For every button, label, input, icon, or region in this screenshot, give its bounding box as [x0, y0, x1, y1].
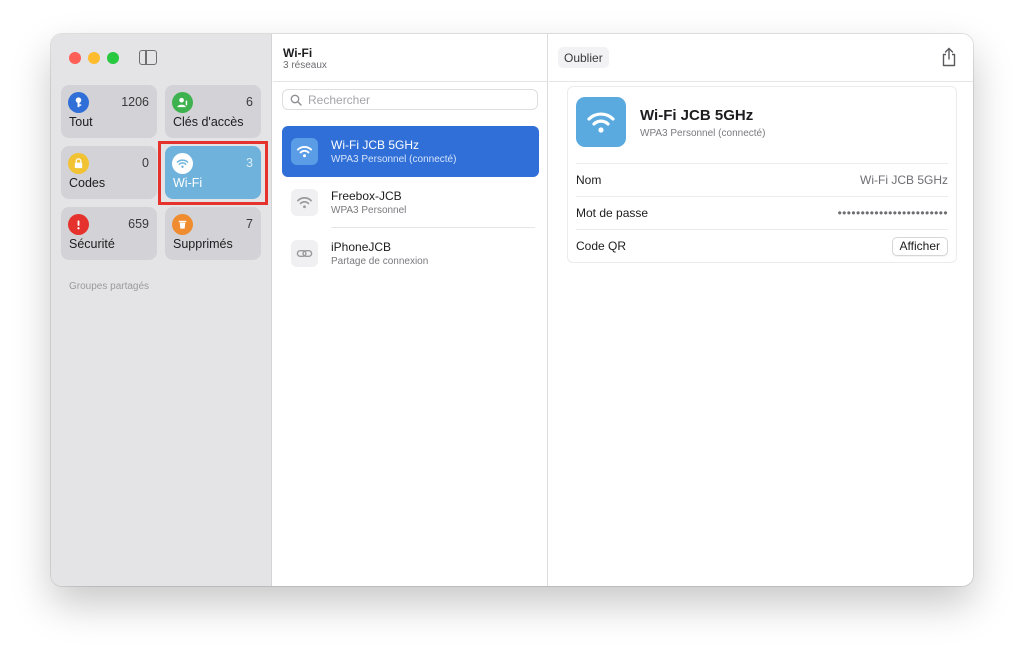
qr-code-row: Code QR Afficher	[576, 229, 948, 262]
category-tile-wifi[interactable]: 3 Wi-Fi	[165, 146, 261, 199]
tile-label: Codes	[69, 176, 106, 190]
sidebar-toggle-icon[interactable]	[139, 50, 157, 65]
forget-button[interactable]: Oublier	[558, 47, 609, 68]
divider	[273, 81, 547, 82]
category-tile-security[interactable]: 659 Sécurité	[61, 207, 157, 260]
tile-label: Sécurité	[69, 237, 115, 251]
network-name: Wi-Fi JCB 5GHz	[331, 138, 419, 152]
tile-label: Tout	[69, 115, 93, 129]
sidebar: 1206 Tout 6 Clés d'accès 0 Codes 3 Wi-Fi…	[51, 34, 272, 586]
minimize-window-button[interactable]	[88, 52, 100, 64]
network-item[interactable]: Freebox-JCB WPA3 Personnel	[282, 177, 539, 228]
show-qr-button[interactable]: Afficher	[891, 236, 948, 256]
close-window-button[interactable]	[69, 52, 81, 64]
wifi-icon	[291, 189, 318, 216]
name-label: Nom	[576, 173, 602, 187]
network-detail: Partage de connexion	[331, 256, 429, 267]
category-tile-codes[interactable]: 0 Codes	[61, 146, 157, 199]
divider	[549, 81, 973, 82]
list-title: Wi-Fi	[283, 46, 313, 60]
zoom-window-button[interactable]	[107, 52, 119, 64]
name-row: Nom Wi-Fi JCB 5GHz	[576, 163, 948, 196]
category-tile-deleted[interactable]: 7 Supprimés	[165, 207, 261, 260]
network-list-pane: Wi-Fi 3 réseaux Wi-Fi JCB 5GHz WPA3 Pers…	[273, 34, 548, 586]
network-title: Wi-Fi JCB 5GHz	[640, 107, 754, 124]
category-tiles: 1206 Tout 6 Clés d'accès 0 Codes 3 Wi-Fi…	[61, 85, 261, 260]
network-subtitle: WPA3 Personnel (connecté)	[640, 128, 766, 139]
exclamation-icon	[68, 214, 89, 235]
tile-count: 659	[128, 217, 149, 231]
password-value[interactable]: ••••••••••••••••••••••••	[838, 206, 948, 220]
share-icon	[942, 47, 956, 67]
network-detail: WPA3 Personnel (connecté)	[331, 154, 457, 165]
network-name: Freebox-JCB	[331, 189, 402, 203]
category-tile-all[interactable]: 1206 Tout	[61, 85, 157, 138]
network-detail-card: Wi-Fi JCB 5GHz WPA3 Personnel (connecté)…	[567, 86, 957, 263]
network-item[interactable]: Wi-Fi JCB 5GHz WPA3 Personnel (connecté)	[282, 126, 539, 177]
window-controls	[69, 52, 119, 64]
link-icon	[291, 240, 318, 267]
passwords-window: 1206 Tout 6 Clés d'accès 0 Codes 3 Wi-Fi…	[51, 34, 973, 586]
tile-count: 3	[246, 156, 253, 170]
qr-code-label: Code QR	[576, 239, 627, 253]
wifi-icon	[291, 138, 318, 165]
list-subtitle: 3 réseaux	[283, 60, 327, 71]
name-value[interactable]: Wi-Fi JCB 5GHz	[860, 173, 948, 187]
search-field[interactable]	[282, 89, 538, 110]
password-label: Mot de passe	[576, 206, 649, 220]
search-input[interactable]	[308, 92, 528, 107]
tile-label: Wi-Fi	[173, 176, 203, 190]
tile-count: 1206	[121, 95, 149, 109]
trash-icon	[172, 214, 193, 235]
tile-label: Clés d'accès	[173, 115, 244, 129]
wifi-icon	[172, 153, 193, 174]
tile-count: 6	[246, 95, 253, 109]
share-button[interactable]	[939, 47, 959, 67]
key-icon	[68, 92, 89, 113]
network-item[interactable]: iPhoneJCB Partage de connexion	[282, 228, 539, 279]
search-icon	[290, 94, 302, 106]
lock-clock-icon	[68, 153, 89, 174]
person-key-icon	[172, 92, 193, 113]
network-list: Wi-Fi JCB 5GHz WPA3 Personnel (connecté)…	[282, 126, 539, 279]
tile-count: 7	[246, 217, 253, 231]
detail-pane: Oublier Wi-Fi JCB 5GHz WPA3 Personnel (c…	[549, 34, 973, 586]
network-detail: WPA3 Personnel	[331, 205, 407, 216]
tile-count: 0	[142, 156, 149, 170]
wifi-icon	[576, 97, 626, 147]
tile-label: Supprimés	[173, 237, 233, 251]
category-tile-passkeys[interactable]: 6 Clés d'accès	[165, 85, 261, 138]
password-row: Mot de passe ••••••••••••••••••••••••	[576, 196, 948, 229]
shared-groups-label: Groupes partagés	[69, 281, 150, 292]
network-name: iPhoneJCB	[331, 240, 392, 254]
